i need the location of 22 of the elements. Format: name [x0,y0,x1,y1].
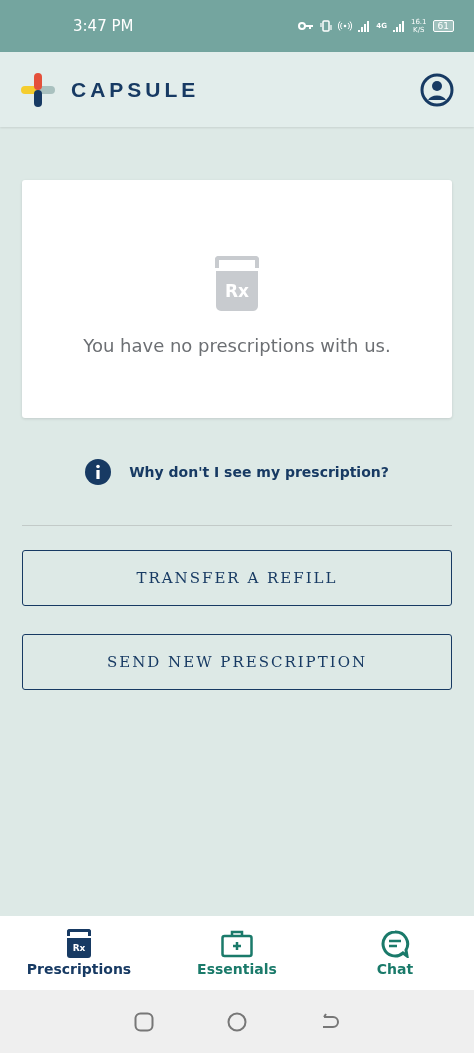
key-icon [298,22,315,30]
hotspot-icon [338,21,353,31]
recents-icon[interactable] [134,1011,155,1032]
tab[interactable]: Chat [325,929,465,977]
first-aid-kit-icon [221,929,253,958]
info-icon [85,459,112,485]
signal-icon [358,20,371,32]
chat-icon [380,929,410,958]
brand-name: CAPSULE [71,77,200,102]
vibrate-icon [320,20,333,32]
logo-icon [21,72,55,107]
profile-icon[interactable] [420,72,454,107]
signal-icon [392,20,405,32]
help-link[interactable]: Why don't I see my prescription? [129,464,389,480]
outline-button[interactable]: TRANSFER A REFILL [22,550,452,606]
home-icon[interactable] [227,1011,247,1032]
tab[interactable]: Essentials [167,929,307,977]
empty-message: You have no prescriptions with us. [83,335,391,356]
outline-button[interactable]: SEND NEW PRESCRIPTION [22,634,452,690]
battery-indicator: 61 [432,20,454,32]
status-time: 3:47 PM [73,17,134,35]
tab[interactable]: Rx Prescriptions [9,929,149,977]
